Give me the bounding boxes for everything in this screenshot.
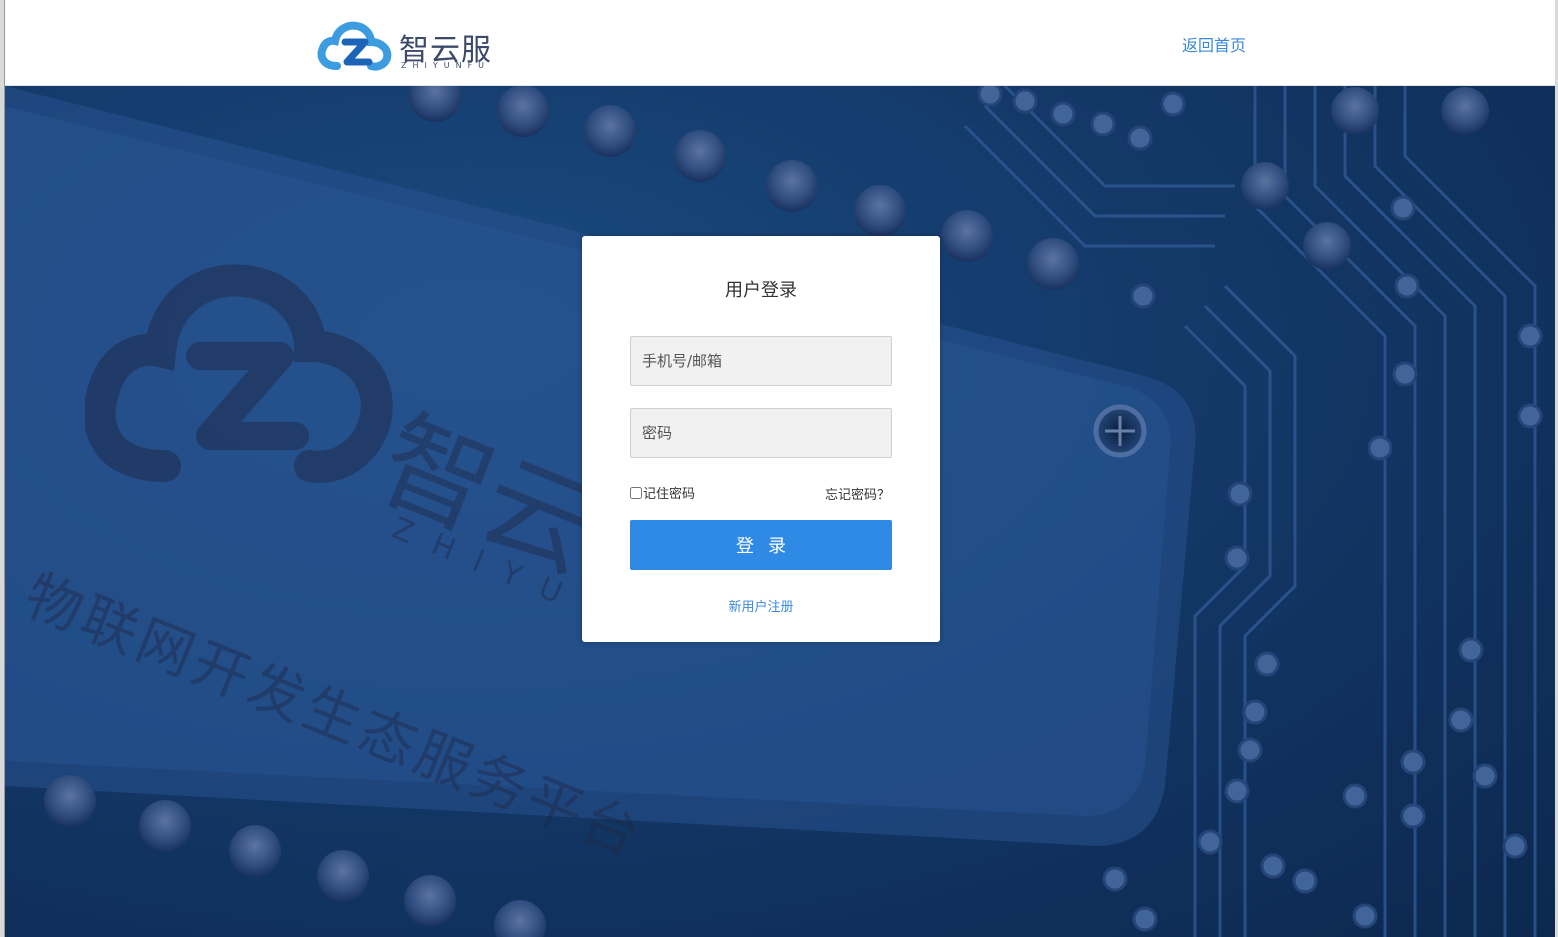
cloud-logo-icon bbox=[317, 21, 392, 71]
remember-checkbox[interactable] bbox=[630, 486, 642, 499]
top-header: 智云服 ZHIYUNFU 返回首页 bbox=[5, 0, 1555, 86]
account-input[interactable] bbox=[630, 336, 892, 386]
login-card: 用户登录 记住密码 忘记密码？ 登录 新用户注册 bbox=[582, 236, 940, 642]
login-title: 用户登录 bbox=[725, 280, 797, 301]
site-logo[interactable]: 智云服 ZHIYUNFU bbox=[315, 18, 495, 72]
home-link[interactable]: 返回首页 bbox=[1182, 32, 1246, 56]
forgot-password-link[interactable]: 忘记密码？ bbox=[825, 484, 890, 503]
password-input[interactable] bbox=[630, 408, 892, 458]
login-button[interactable]: 登录 bbox=[630, 520, 892, 570]
register-link[interactable]: 新用户注册 bbox=[582, 596, 940, 615]
watermark-cloud-logo-icon bbox=[85, 264, 393, 483]
remember-password[interactable]: 记住密码 bbox=[630, 483, 695, 502]
logo-subtitle: ZHIYUNFU bbox=[401, 61, 491, 70]
window-left-edge bbox=[0, 0, 5, 937]
remember-label: 记住密码 bbox=[643, 487, 696, 502]
